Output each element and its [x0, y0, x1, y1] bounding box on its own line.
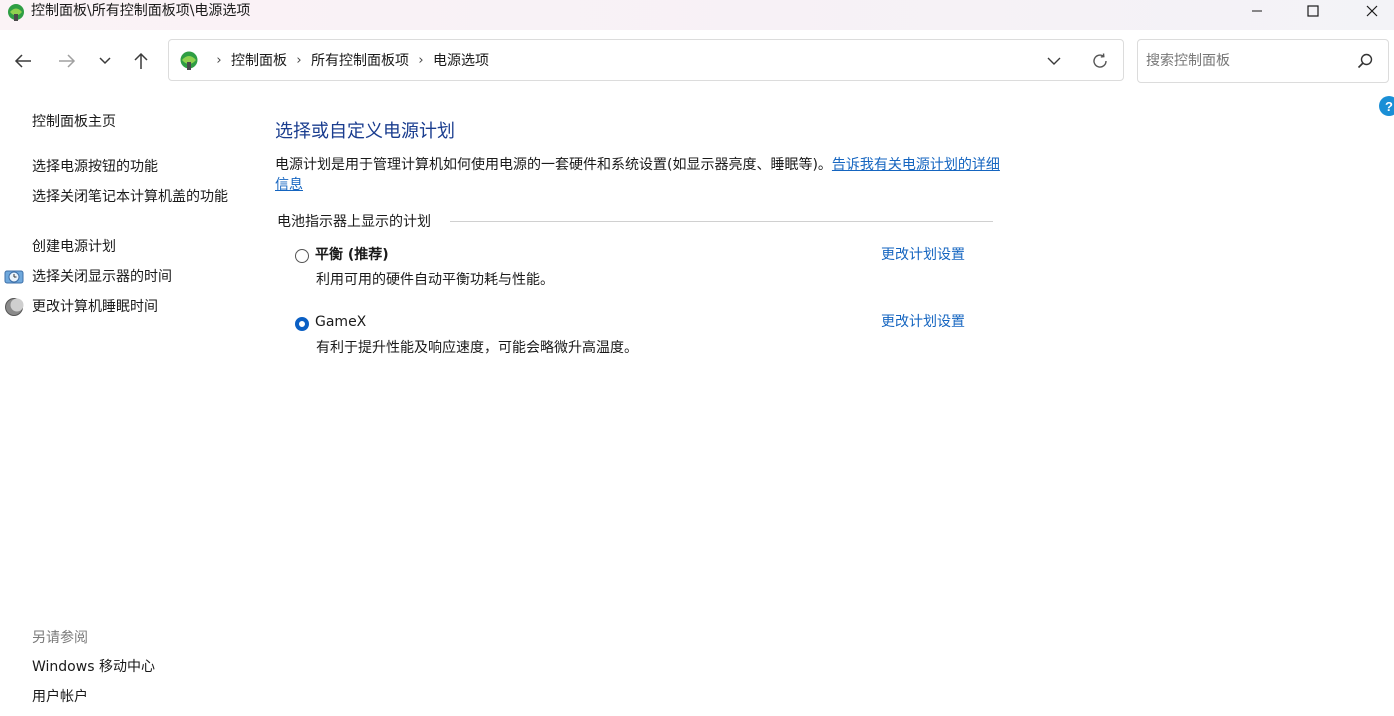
plan-name-main: 平衡	[315, 247, 343, 263]
search-box[interactable]	[1137, 39, 1389, 83]
refresh-icon	[1093, 53, 1107, 68]
breadcrumb-separator[interactable]: ›	[413, 53, 429, 68]
plan-name-balanced[interactable]: 平衡 (推荐)	[315, 246, 389, 264]
sidebar-item-display-off[interactable]: 选择关闭显示器的时间	[32, 267, 172, 287]
forward-button[interactable]	[55, 50, 79, 72]
sleep-moon-icon	[5, 298, 24, 316]
sidebar-item-home[interactable]: 控制面板主页	[32, 112, 116, 132]
maximize-button[interactable]	[1290, 0, 1336, 22]
plan-description-gamex: 有利于提升性能及响应速度，可能会略微升高温度。	[316, 340, 638, 356]
breadcrumb: › 控制面板 › 所有控制面板项 › 电源选项	[207, 40, 489, 80]
breadcrumb-separator[interactable]: ›	[291, 53, 307, 68]
plan-radio-gamex[interactable]	[295, 317, 309, 331]
breadcrumb-separator: ›	[216, 52, 222, 68]
address-bar[interactable]: › 控制面板 › 所有控制面板项 › 电源选项	[168, 39, 1124, 81]
sidebar-item-power-button[interactable]: 选择电源按钮的功能	[32, 157, 158, 177]
refresh-button[interactable]	[1089, 50, 1111, 72]
plan-radio-balanced[interactable]	[295, 249, 309, 263]
arrow-up-icon	[134, 52, 148, 69]
monitor-clock-icon	[4, 270, 24, 284]
sidebar-item-sleep-time[interactable]: 更改计算机睡眠时间	[32, 297, 158, 317]
close-icon	[1366, 5, 1378, 17]
plan-name-suffix: (推荐)	[343, 247, 389, 263]
control-panel-icon	[8, 4, 24, 21]
breadcrumb-item-control-panel[interactable]: 控制面板	[231, 50, 287, 70]
help-button[interactable]: ?	[1379, 96, 1394, 116]
see-also-mobility-center[interactable]: Windows 移动中心	[32, 657, 155, 677]
up-button[interactable]	[129, 50, 153, 72]
change-plan-settings-balanced[interactable]: 更改计划设置	[881, 246, 965, 264]
sidebar-item-create-plan[interactable]: 创建电源计划	[32, 237, 116, 257]
page-description: 电源计划是用于管理计算机如何使用电源的一套硬件和系统设置(如显示器亮度、睡眠等)…	[275, 155, 1000, 195]
recent-locations-button[interactable]	[93, 50, 117, 72]
see-also-user-accounts[interactable]: 用户帐户	[32, 687, 88, 707]
change-plan-settings-gamex[interactable]: 更改计划设置	[881, 313, 965, 331]
chevron-down-icon	[99, 57, 111, 65]
control-panel-icon	[180, 51, 198, 70]
description-text: 电源计划是用于管理计算机如何使用电源的一套硬件和系统设置(如显示器亮度、睡眠等)…	[275, 157, 832, 173]
window-title: 控制面板\所有控制面板项\电源选项	[31, 3, 251, 19]
see-also-title: 另请参阅	[32, 630, 88, 646]
address-history-button[interactable]	[1043, 50, 1065, 72]
close-button[interactable]	[1349, 0, 1394, 22]
back-button[interactable]	[11, 50, 35, 72]
plan-name-gamex[interactable]: GameX	[315, 313, 366, 331]
minimize-icon	[1252, 10, 1262, 12]
page-title: 选择或自定义电源计划	[275, 121, 455, 142]
breadcrumb-item-power-options[interactable]: 电源选项	[433, 50, 489, 70]
arrow-right-icon	[59, 54, 76, 68]
section-header: 电池指示器上显示的计划	[277, 214, 431, 230]
sidebar-item-lid-close[interactable]: 选择关闭笔记本计算机盖的功能	[32, 187, 232, 207]
minimize-button[interactable]	[1234, 0, 1280, 22]
breadcrumb-item-all-items[interactable]: 所有控制面板项	[311, 50, 409, 70]
arrow-left-icon	[14, 54, 31, 68]
title-bar: 控制面板\所有控制面板项\电源选项	[0, 0, 1394, 30]
plan-name-main: GameX	[315, 314, 367, 330]
chevron-down-icon	[1047, 57, 1061, 65]
search-input[interactable]	[1146, 50, 1346, 72]
plan-description-balanced: 利用可用的硬件自动平衡功耗与性能。	[316, 272, 554, 288]
search-icon[interactable]	[1356, 52, 1374, 70]
maximize-icon	[1307, 5, 1319, 17]
section-divider	[450, 221, 993, 222]
